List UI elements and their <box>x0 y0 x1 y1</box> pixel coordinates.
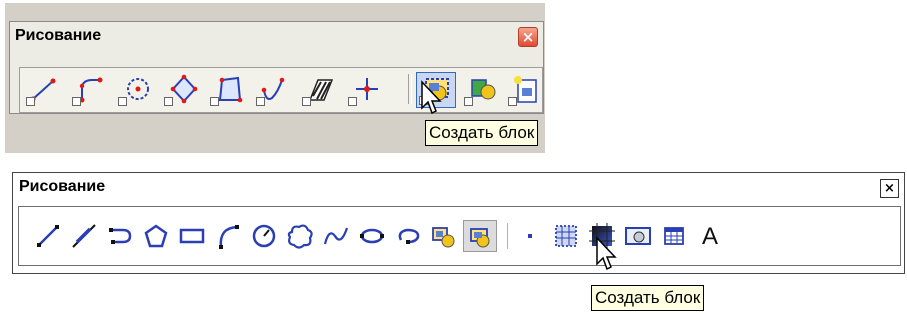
svg-text:A: A <box>702 223 718 250</box>
arc-button[interactable] <box>211 220 245 252</box>
toolbar-separator <box>507 223 508 249</box>
revision-cloud-icon <box>287 224 313 249</box>
text-icon: A <box>702 223 718 250</box>
hatch-button[interactable] <box>300 72 340 108</box>
construction-line-icon <box>72 224 96 248</box>
polyline-button[interactable] <box>70 72 110 108</box>
flyout-indicator <box>26 97 35 106</box>
region-icon <box>625 227 651 245</box>
line-button[interactable] <box>24 72 64 108</box>
insert-block-icon <box>432 227 455 248</box>
ellipse-arc-button[interactable] <box>391 220 425 252</box>
table-icon <box>664 227 684 245</box>
spline-button[interactable] <box>254 72 294 108</box>
spline-button[interactable] <box>319 220 353 252</box>
drawing-toolbar-bottom: Рисование × A <box>12 168 905 274</box>
line-icon <box>37 225 59 247</box>
insert-block-button[interactable] <box>462 72 502 108</box>
create-block-icon <box>470 228 490 248</box>
rectangle-button[interactable] <box>208 72 248 108</box>
flyout-indicator <box>348 97 357 106</box>
flyout-indicator <box>256 97 265 106</box>
arc-icon <box>219 225 239 249</box>
text-button[interactable]: A <box>693 220 727 252</box>
region-button[interactable] <box>621 220 655 252</box>
flyout-indicator <box>118 97 127 106</box>
circle-icon <box>252 224 276 248</box>
rectangle-icon <box>179 228 205 244</box>
mouse-pointer-icon <box>421 80 442 115</box>
polygon-icon <box>144 224 168 248</box>
flyout-indicator <box>210 97 219 106</box>
tool-row: A <box>18 206 901 266</box>
toolbar-separator <box>408 74 412 104</box>
ellipse-arc-icon <box>398 228 420 244</box>
point-icon <box>528 234 532 238</box>
tooltip: Создать блок <box>591 285 705 311</box>
flyout-indicator <box>508 97 517 106</box>
close-button[interactable]: × <box>880 179 899 198</box>
close-button[interactable]: × <box>518 27 538 47</box>
spline-icon <box>323 227 349 245</box>
line-button[interactable] <box>31 220 65 252</box>
flyout-indicator <box>164 97 173 106</box>
toolbar-title: Рисование <box>19 178 106 195</box>
write-block-button[interactable] <box>506 72 546 108</box>
polyline-button[interactable] <box>103 220 137 252</box>
point-button[interactable] <box>513 220 547 252</box>
mouse-pointer-icon <box>596 236 617 271</box>
construction-line-button[interactable] <box>67 220 101 252</box>
hatch-icon <box>555 225 577 247</box>
flyout-indicator <box>464 97 473 106</box>
toolbar-window: Рисование × <box>9 21 544 114</box>
table-button[interactable] <box>657 220 691 252</box>
tool-row <box>19 67 543 113</box>
tooltip: Создать блок <box>425 120 539 146</box>
circle-button[interactable] <box>247 220 281 252</box>
polyline-icon <box>109 228 132 244</box>
hatch-button[interactable] <box>549 220 583 252</box>
ellipse-button[interactable] <box>355 220 389 252</box>
flyout-indicator <box>302 97 311 106</box>
insert-block-button[interactable] <box>427 220 461 252</box>
point-button[interactable] <box>346 72 386 108</box>
create-block-button[interactable] <box>463 220 497 252</box>
revision-cloud-button[interactable] <box>283 220 317 252</box>
polygon-button[interactable] <box>162 72 202 108</box>
flyout-indicator <box>72 97 81 106</box>
polygon-button[interactable] <box>139 220 173 252</box>
circle-button[interactable] <box>116 72 156 108</box>
toolbar-title: Рисование <box>15 27 102 44</box>
ellipse-icon <box>360 228 384 244</box>
rectangle-button[interactable] <box>175 220 209 252</box>
